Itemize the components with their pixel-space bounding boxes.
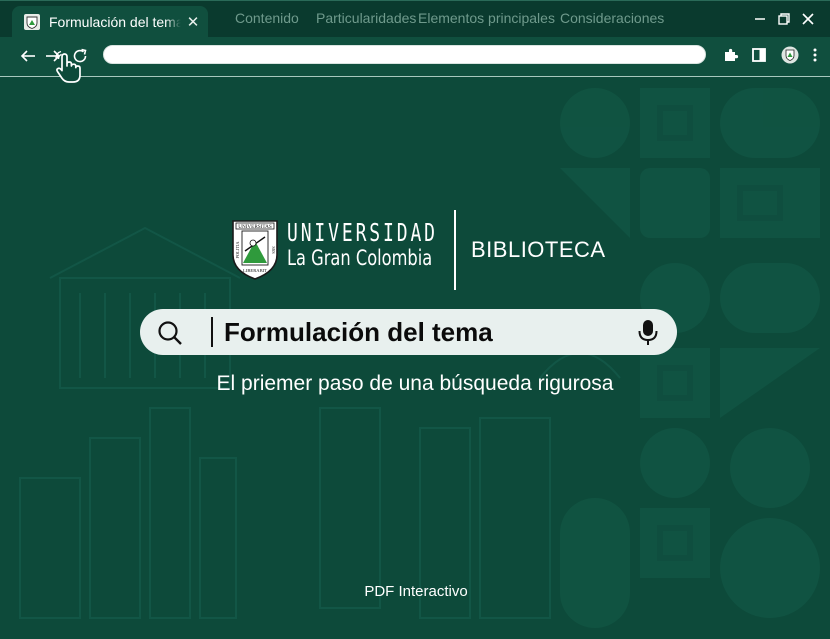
university-shield-icon: UNIVERSITAS POLITIA SSS LIBERABIT: [232, 220, 278, 280]
window-close-icon[interactable]: [796, 7, 820, 31]
tab-title: Formulación del tema: [49, 14, 181, 30]
background-pattern: [19, 88, 820, 628]
tab-consideraciones[interactable]: Consideraciones: [560, 10, 664, 26]
tab-close-icon[interactable]: ✕: [185, 13, 201, 31]
microphone-icon[interactable]: [637, 319, 659, 352]
window-controls: [748, 7, 820, 31]
tab-contenido[interactable]: Contenido: [235, 10, 299, 26]
side-panel-icon[interactable]: [749, 45, 769, 65]
address-bar[interactable]: [103, 45, 706, 64]
tab-active[interactable]: Formulación del tema ✕: [12, 6, 208, 38]
page-content: UNIVERSITAS POLITIA SSS LIBERABIT UNIVER…: [0, 78, 830, 639]
site-favicon-icon: [24, 14, 40, 30]
kebab-menu-icon[interactable]: [809, 45, 821, 65]
browser-toolbar: [0, 37, 830, 83]
maximize-icon[interactable]: [772, 7, 796, 31]
logo-divider: [454, 210, 456, 290]
search-query: Formulación del tema: [224, 317, 493, 347]
back-arrow-icon[interactable]: [17, 45, 39, 67]
search-bar[interactable]: Formulación del tema: [140, 309, 677, 355]
shield-text-right: SSS: [271, 246, 276, 254]
logo-section-biblioteca: BIBLIOTECA: [471, 237, 606, 262]
pdf-interactive-label: PDF Interactivo: [364, 583, 468, 600]
text-caret: [211, 317, 213, 347]
extensions-icon[interactable]: [721, 45, 741, 65]
logo-university-name: La Gran Colombia: [287, 246, 433, 270]
shield-text-top: UNIVERSITAS: [238, 224, 272, 230]
tab-particularidades[interactable]: Particularidades: [316, 10, 416, 26]
shield-text-bottom: LIBERABIT: [243, 268, 267, 273]
tab-strip: Formulación del tema ✕ Contenido Particu…: [0, 0, 830, 38]
page-tagline: El priemer paso de una búsqueda rigurosa: [216, 372, 614, 395]
shield-text-left: POLITIA: [235, 241, 240, 259]
profile-avatar-icon[interactable]: [780, 45, 800, 65]
search-icon[interactable]: [156, 319, 184, 352]
logo-university-word: UNIVERSIDAD: [287, 218, 438, 247]
minimize-icon[interactable]: [748, 7, 772, 31]
tab-elementos-principales[interactable]: Elementos principales: [418, 10, 555, 26]
